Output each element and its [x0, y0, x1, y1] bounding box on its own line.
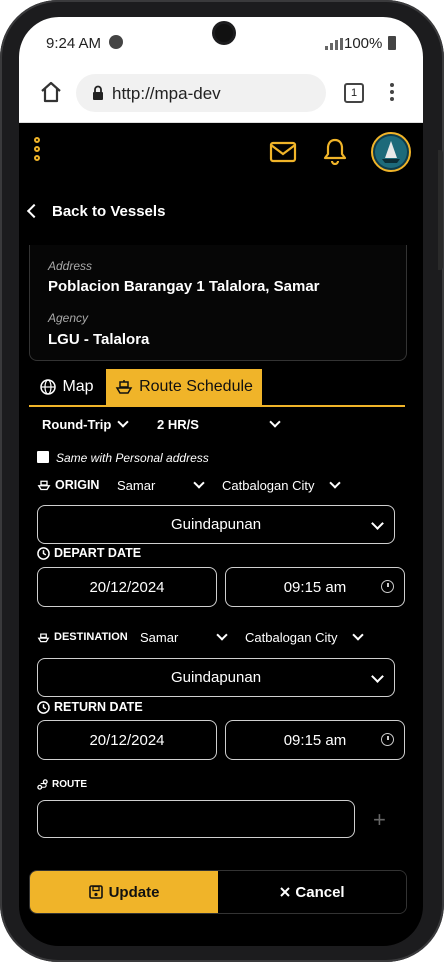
tab-map[interactable]: Map — [29, 369, 105, 405]
duration-select[interactable]: 2 HR/S — [157, 416, 281, 432]
route-title: ROUTE — [37, 779, 87, 790]
battery-icon — [388, 36, 396, 50]
trip-type-value: Round-Trip — [42, 417, 112, 432]
action-bar: Update Cancel — [29, 870, 407, 914]
return-date-title-text: RETURN DATE — [54, 700, 143, 714]
clock-icon — [37, 700, 50, 714]
save-icon — [88, 885, 103, 899]
same-address-checkbox[interactable] — [37, 451, 49, 463]
tabs-count-icon[interactable]: 1 — [344, 83, 364, 103]
tab-route-schedule[interactable]: Route Schedule — [106, 369, 262, 405]
origin-city-value: Catbalogan City — [222, 478, 315, 493]
return-time-value: 09:15 am — [283, 732, 347, 749]
depart-date-value: 20/12/2024 — [89, 579, 165, 596]
address-label: Address — [48, 259, 93, 273]
cancel-button[interactable]: Cancel — [218, 871, 406, 913]
depart-date-input[interactable]: 20/12/2024 — [37, 567, 217, 607]
side-button — [438, 150, 443, 270]
chevron-left-icon — [26, 203, 42, 219]
signal-icon — [325, 38, 343, 50]
route-title-text: ROUTE — [52, 779, 87, 790]
cancel-label: Cancel — [295, 883, 345, 901]
depart-time-input[interactable]: 09:15 am — [225, 567, 405, 607]
back-to-vessels-link[interactable]: Back to Vessels — [19, 193, 423, 233]
vessel-logo-icon — [375, 136, 407, 168]
origin-barangay-select[interactable]: Guindapunan — [37, 505, 395, 544]
origin-city-select[interactable]: Catbalogan City — [222, 477, 341, 493]
chevron-down-icon — [328, 477, 341, 489]
tab-route-schedule-label: Route Schedule — [139, 378, 253, 395]
tab-bar: Map Route Schedule — [29, 369, 405, 407]
app-header — [19, 123, 423, 183]
bell-icon[interactable] — [322, 137, 348, 165]
destination-city-value: Catbalogan City — [245, 630, 338, 645]
destination-barangay-select[interactable]: Guindapunan — [37, 658, 395, 697]
address-value: Poblacion Barangay 1 Talalora, Samar — [48, 278, 320, 295]
chevron-down-icon — [193, 477, 205, 489]
ship-icon — [37, 632, 50, 642]
clock-icon[interactable] — [381, 733, 394, 746]
destination-city-select[interactable]: Catbalogan City — [245, 629, 364, 645]
origin-title: ORIGIN — [37, 478, 99, 492]
update-label: Update — [108, 883, 160, 901]
agency-label: Agency — [48, 311, 89, 325]
globe-icon — [40, 379, 57, 395]
destination-title-text: DESTINATION — [54, 631, 128, 643]
same-address-label: Same with Personal address — [56, 451, 209, 465]
depart-time-value: 09:15 am — [283, 579, 347, 596]
origin-barangay-value: Guindapunan — [170, 516, 262, 533]
return-date-title: RETURN DATE — [37, 700, 143, 714]
back-label[interactable]: Back to Vessels — [52, 203, 165, 220]
chevron-down-icon — [351, 629, 364, 641]
update-button[interactable]: Update — [30, 871, 218, 913]
agency-value: LGU - Talalora — [48, 331, 150, 348]
origin-province-select[interactable]: Samar — [117, 477, 205, 493]
url-bar[interactable]: http://mpa-dev — [76, 74, 326, 112]
destination-title: DESTINATION — [37, 631, 128, 643]
browser-menu-icon[interactable] — [389, 81, 395, 103]
avatar[interactable] — [371, 132, 411, 172]
ship-icon — [115, 380, 133, 394]
chevron-down-icon — [216, 629, 228, 641]
destination-barangay-value: Guindapunan — [170, 669, 262, 686]
ship-icon — [37, 480, 51, 491]
add-route-button[interactable]: + — [373, 807, 386, 833]
return-time-input[interactable]: 09:15 am — [225, 720, 405, 760]
clock-icon — [37, 546, 50, 560]
route-input[interactable] — [37, 800, 355, 838]
close-icon — [280, 887, 291, 897]
spotify-icon — [109, 35, 123, 49]
return-date-value: 20/12/2024 — [89, 732, 165, 749]
destination-province-select[interactable]: Samar — [140, 629, 228, 645]
depart-date-title-text: DEPART DATE — [54, 546, 142, 560]
phone-frame: 9:24 AM 100% http://mpa-dev 1 Back to Ve… — [0, 0, 444, 962]
trip-type-select[interactable]: Round-Trip — [42, 416, 129, 432]
origin-province-value: Samar — [117, 478, 156, 493]
home-icon[interactable] — [39, 80, 63, 104]
screen: 9:24 AM 100% http://mpa-dev 1 Back to Ve… — [19, 17, 423, 946]
clock-icon[interactable] — [381, 580, 394, 593]
route-icon — [37, 779, 48, 790]
url-text[interactable]: http://mpa-dev — [112, 84, 221, 104]
destination-province-value: Samar — [140, 630, 179, 645]
camera-icon — [215, 24, 233, 42]
browser-toolbar: http://mpa-dev 1 — [19, 67, 423, 123]
chevron-down-icon — [117, 416, 129, 428]
return-date-input[interactable]: 20/12/2024 — [37, 720, 217, 760]
tab-map-label: Map — [62, 378, 94, 395]
app-menu-icon[interactable] — [33, 137, 41, 163]
mail-icon[interactable] — [269, 141, 297, 163]
duration-value: 2 HR/S — [157, 417, 199, 432]
vessel-info-card: Address Poblacion Barangay 1 Talalora, S… — [29, 245, 407, 361]
lock-icon — [93, 85, 103, 100]
origin-title-text: ORIGIN — [55, 478, 100, 492]
status-time: 9:24 AM — [46, 35, 102, 52]
battery-percent: 100% — [344, 35, 383, 52]
chevron-down-icon — [269, 416, 281, 428]
depart-date-title: DEPART DATE — [37, 546, 141, 560]
